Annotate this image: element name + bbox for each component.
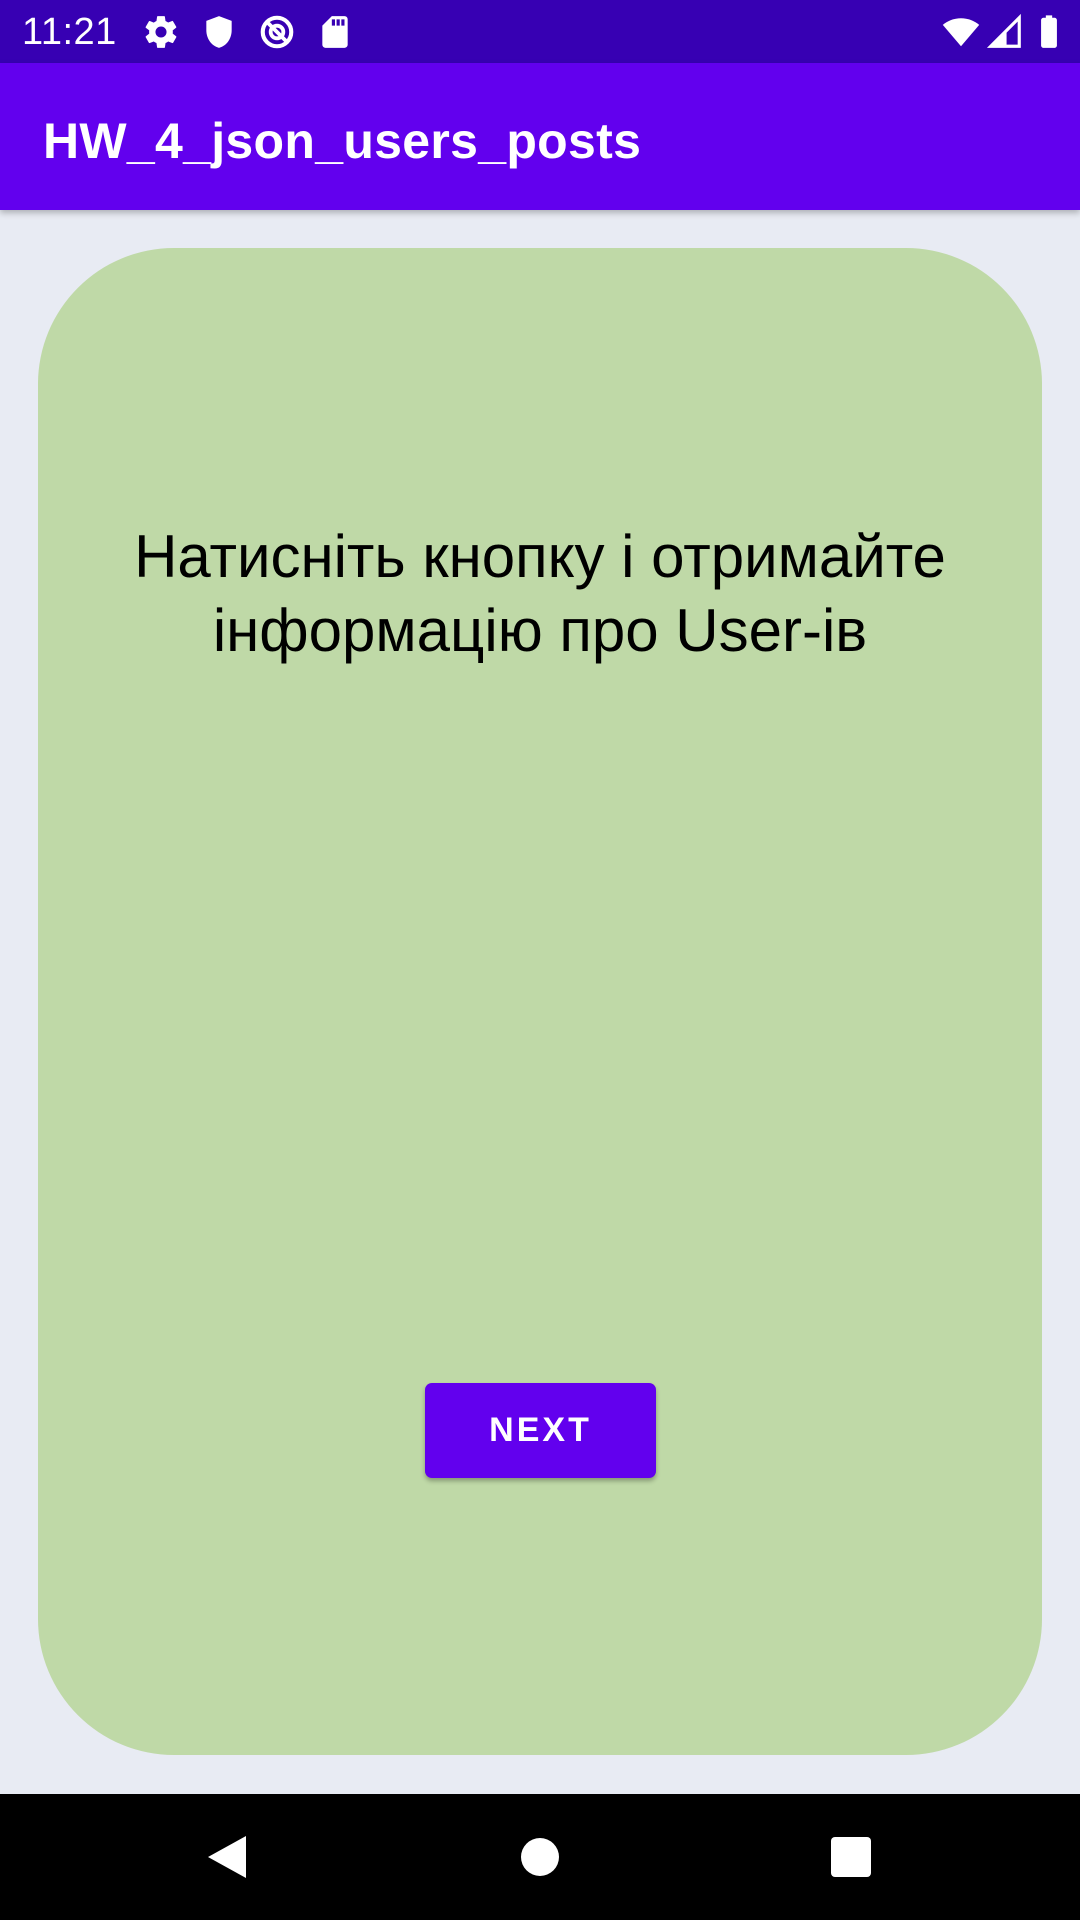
app-title: HW_4_json_users_posts bbox=[43, 113, 642, 169]
shield-icon bbox=[200, 13, 238, 51]
app-bar: HW_4_json_users_posts bbox=[0, 63, 1080, 210]
screen: 11:21 HW_4_json_users_posts Натисніть кн… bbox=[0, 0, 1080, 1920]
home-icon[interactable] bbox=[505, 1822, 575, 1892]
cell-signal-icon bbox=[986, 13, 1024, 51]
next-button[interactable]: NEXT bbox=[425, 1383, 656, 1478]
navigation-bar bbox=[0, 1794, 1080, 1920]
battery-icon bbox=[1030, 13, 1068, 51]
status-time: 11:21 bbox=[22, 11, 117, 53]
gear-icon bbox=[142, 13, 180, 51]
content-card: Натисніть кнопку і отримайте інформацію … bbox=[38, 248, 1042, 1755]
prompt-text: Натисніть кнопку і отримайте інформацію … bbox=[134, 523, 946, 664]
back-icon[interactable] bbox=[190, 1822, 260, 1892]
status-bar: 11:21 bbox=[0, 0, 1080, 63]
wifi-icon bbox=[942, 13, 980, 51]
sd-card-icon bbox=[316, 13, 354, 51]
data-saver-icon bbox=[258, 13, 296, 51]
recents-icon[interactable] bbox=[816, 1822, 886, 1892]
